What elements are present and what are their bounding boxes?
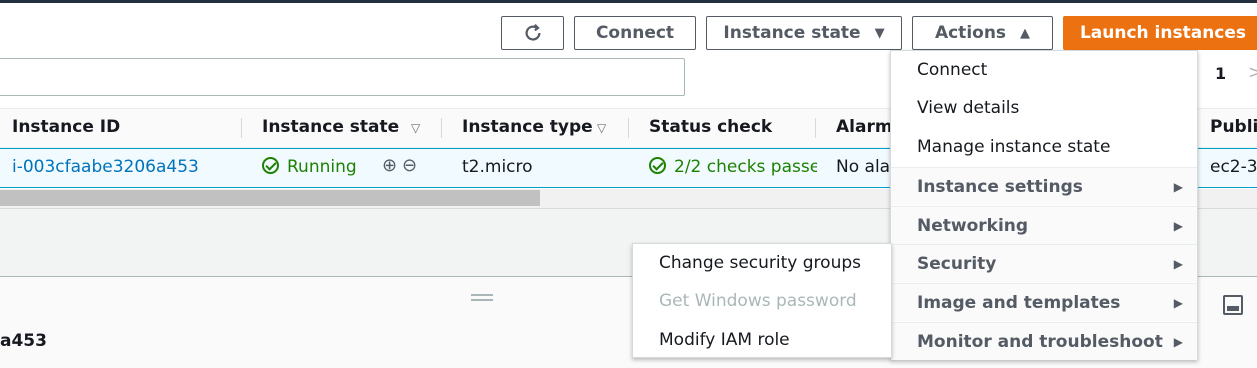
col-status-check[interactable]: Status check [649, 117, 772, 137]
group-label: Instance settings [917, 176, 1083, 197]
chevron-right-icon: ▶ [1173, 180, 1183, 194]
menu-group-networking[interactable]: Networking ▶ [891, 206, 1197, 244]
instance-id-link[interactable]: i-003cfaabe3206a453 [12, 157, 199, 177]
group-label: Image and templates [917, 292, 1121, 313]
actions-label: Actions [934, 23, 1007, 43]
connect-button[interactable]: Connect [574, 16, 696, 50]
next-page-icon[interactable]: > [1248, 62, 1257, 83]
menu-item-manage-instance-state[interactable]: Manage instance state [891, 128, 1197, 166]
menu-item-modify-iam-role[interactable]: Modify IAM role [633, 321, 891, 359]
filter-icon[interactable]: ▽ [411, 121, 420, 135]
column-divider[interactable] [628, 118, 629, 138]
chevron-right-icon: ▶ [1173, 296, 1183, 310]
instance-state-cell: Running [262, 157, 357, 177]
filter-icon[interactable]: ▽ [597, 121, 606, 135]
connect-label: Connect [595, 23, 675, 43]
panel-instance-id: a453 [0, 331, 47, 351]
column-divider[interactable] [441, 118, 442, 138]
check-circle-icon [649, 157, 666, 174]
menu-item-connect[interactable]: Connect [891, 51, 1197, 89]
refresh-icon [524, 23, 541, 41]
group-label: Monitor and troubleshoot [917, 331, 1163, 352]
actions-dropdown[interactable]: Actions ▲ [912, 16, 1053, 50]
alarm-cell: No alar [836, 157, 898, 177]
menu-group-instance-settings[interactable]: Instance settings ▶ [891, 167, 1197, 205]
instance-state-dropdown[interactable]: Instance state ▼ [706, 16, 902, 50]
column-divider[interactable] [815, 118, 816, 138]
launch-label: Launch instances [1079, 23, 1247, 43]
caret-down-icon: ▼ [874, 25, 885, 41]
col-public[interactable]: Public [1210, 117, 1257, 137]
menu-item-change-security-groups[interactable]: Change security groups [633, 244, 891, 282]
zoom-out-icon[interactable]: ⊖ [402, 155, 417, 176]
chevron-right-icon: ▶ [1173, 335, 1183, 349]
column-divider[interactable] [241, 118, 242, 138]
state-text: Running [287, 157, 357, 177]
actions-menu: Connect View details Manage instance sta… [890, 50, 1198, 360]
menu-group-security[interactable]: Security ▶ [891, 244, 1197, 282]
page-number[interactable]: 1 [1215, 64, 1226, 83]
status-text: 2/2 checks passed [674, 157, 817, 177]
status-check-cell: 2/2 checks passed [649, 157, 817, 177]
col-instance-state[interactable]: Instance state [262, 117, 399, 137]
top-border [0, 0, 1257, 3]
caret-up-icon: ▲ [1020, 25, 1031, 41]
chevron-right-icon: ▶ [1173, 219, 1183, 233]
menu-item-get-windows-password: Get Windows password [659, 291, 857, 311]
menu-item-view-details[interactable]: View details [891, 89, 1197, 127]
launch-instances-button[interactable]: Launch instances [1063, 16, 1257, 50]
search-input[interactable] [0, 58, 685, 96]
chevron-right-icon: ▶ [1173, 257, 1183, 271]
resize-handle-icon[interactable] [471, 294, 493, 301]
menu-group-monitor-and-troubleshoot[interactable]: Monitor and troubleshoot ▶ [891, 322, 1197, 360]
panel-position-icon[interactable] [1223, 295, 1243, 315]
check-circle-icon [262, 157, 279, 174]
group-label: Networking [917, 215, 1029, 236]
col-instance-id[interactable]: Instance ID [12, 117, 120, 137]
instance-state-label: Instance state [723, 23, 861, 43]
zoom-in-icon[interactable]: ⊕ [382, 155, 397, 176]
col-instance-type[interactable]: Instance type [462, 117, 593, 137]
instance-type-cell: t2.micro [462, 157, 533, 177]
col-alarm[interactable]: Alarm [836, 117, 893, 137]
public-dns-cell: ec2-3- [1210, 157, 1257, 177]
refresh-button[interactable] [501, 16, 564, 50]
security-submenu: Change security groups Get Windows passw… [632, 243, 892, 358]
group-label: Security [917, 253, 997, 274]
scrollbar-thumb[interactable] [0, 190, 540, 206]
menu-group-image-and-templates[interactable]: Image and templates ▶ [891, 283, 1197, 321]
